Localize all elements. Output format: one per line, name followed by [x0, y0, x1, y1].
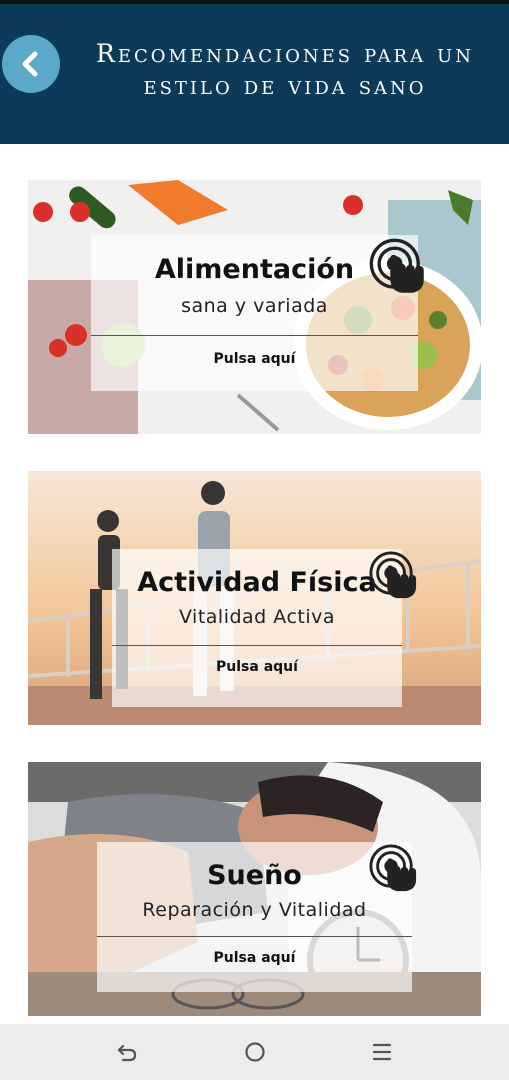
page-title: Recomendaciones para un estilo de vida s…: [62, 38, 508, 102]
divider: [97, 936, 412, 937]
back-nav-icon: [117, 1044, 137, 1062]
nav-recent-apps-button[interactable]: [362, 1034, 402, 1070]
back-button[interactable]: [2, 35, 60, 93]
system-navigation-bar: [0, 1024, 509, 1080]
card-subtitle: sana y variada: [181, 295, 328, 317]
card-subtitle: Vitalidad Activa: [178, 606, 336, 628]
chevron-left-icon: [22, 51, 38, 77]
tap-hand-icon: [369, 238, 426, 295]
tap-hand-icon: [369, 551, 418, 600]
card-sueno[interactable]: Sueño Reparación y Vitalidad Pulsa aquí: [28, 762, 481, 1016]
app-header: Recomendaciones para un estilo de vida s…: [0, 4, 509, 144]
card-title: Sueño: [207, 860, 302, 891]
nav-home-button[interactable]: [235, 1034, 275, 1070]
nav-back-button[interactable]: [107, 1034, 147, 1070]
card-subtitle: Reparación y Vitalidad: [142, 899, 367, 921]
recent-apps-icon: [372, 1043, 392, 1061]
tap-hand-icon: [369, 844, 418, 893]
card-cta[interactable]: Pulsa aquí: [91, 351, 418, 367]
card-overlay: Sueño Reparación y Vitalidad Pulsa aquí: [97, 842, 412, 992]
home-icon: [245, 1042, 265, 1062]
card-cta[interactable]: Pulsa aquí: [112, 659, 402, 675]
divider: [91, 335, 418, 336]
page-title-line1: Recomendaciones para un: [96, 39, 474, 68]
page-title-line2: estilo de vida sano: [143, 71, 427, 100]
divider: [112, 645, 402, 646]
card-title: Actividad Física: [137, 567, 377, 598]
card-alimentacion[interactable]: Alimentación sana y variada Pulsa aquí: [28, 180, 481, 434]
card-cta[interactable]: Pulsa aquí: [97, 950, 412, 966]
card-overlay: Actividad Física Vitalidad Activa Pulsa …: [112, 549, 402, 707]
card-actividad-fisica[interactable]: Actividad Física Vitalidad Activa Pulsa …: [28, 471, 481, 725]
